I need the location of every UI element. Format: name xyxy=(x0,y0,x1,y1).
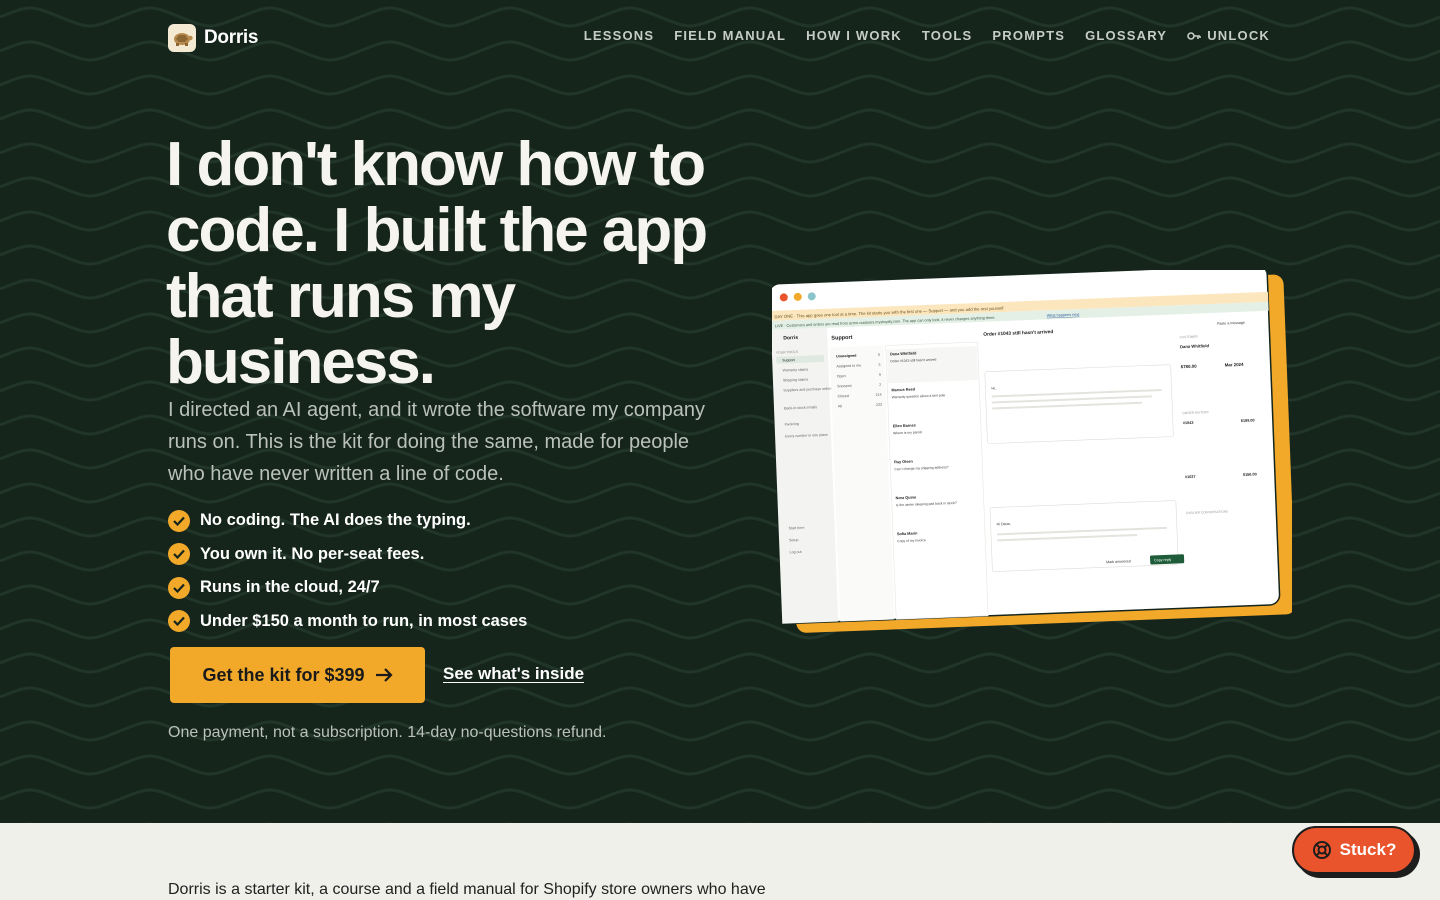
nav-link-field-manual[interactable]: FIELD MANUAL xyxy=(674,28,786,43)
screenshot-order-total: $156.00 xyxy=(1243,472,1257,477)
screenshot-sidebar-footer-item: Setup xyxy=(789,538,799,542)
screenshot-view-item: All xyxy=(838,404,842,408)
screenshot-main-title: Support xyxy=(831,335,852,342)
lifebuoy-icon xyxy=(1312,841,1331,859)
screenshot-ticket-list xyxy=(885,341,989,620)
stuck-label: Stuck? xyxy=(1339,840,1397,859)
screenshot-ticket-name: Sofia Marin xyxy=(897,531,918,536)
screenshot-view-count: 233 xyxy=(876,403,882,407)
hero-section: Dorris LESSONS FIELD MANUAL HOW I WORK T… xyxy=(0,0,1440,823)
screenshot-view-count: 5 xyxy=(878,353,880,357)
tortoise-logo-icon xyxy=(168,24,196,52)
screenshot-reply-opening: Hi Dana, xyxy=(997,522,1011,527)
benefit-text: You own it. No per-seat fees. xyxy=(200,544,425,563)
screenshot-ticket-name: Ray Olsen xyxy=(894,460,913,465)
screenshot-view-item: Closed xyxy=(838,394,849,398)
nav-link-glossary[interactable]: GLOSSARY xyxy=(1085,28,1167,43)
screenshot-customer-since: Mar 2024 xyxy=(1225,362,1245,368)
nav-link-how-i-work[interactable]: HOW I WORK xyxy=(806,28,902,43)
buy-kit-button[interactable]: Get the kit for $399 xyxy=(170,647,425,703)
benefit-text: Runs in the cloud, 24/7 xyxy=(200,578,380,597)
buy-kit-label: Get the kit for $399 xyxy=(202,664,365,685)
screenshot-view-item: Unassigned xyxy=(836,354,857,359)
benefit-text: Under $150 a month to run, in most cases xyxy=(200,611,528,630)
nav-link-unlock[interactable]: UNLOCK xyxy=(1187,28,1270,43)
screenshot-order-number: #1027 xyxy=(1185,475,1196,479)
screenshot-view-count: 214 xyxy=(876,393,882,397)
brand-name: Dorris xyxy=(204,27,259,48)
screenshot-view-item: Open xyxy=(837,374,846,378)
unlock-label: UNLOCK xyxy=(1207,28,1270,43)
benefit-item: Runs in the cloud, 24/7 xyxy=(168,571,527,605)
screenshot-view-count: 3 xyxy=(878,363,880,367)
benefit-item: No coding. The AI does the typing. xyxy=(168,504,527,538)
screenshot-message-greeting: Hi, xyxy=(991,386,996,390)
screenshot-order-total: $189.00 xyxy=(1241,418,1255,423)
screenshot-panel-heading: CUSTOMER xyxy=(1180,335,1199,340)
checkmark-icon xyxy=(168,610,190,633)
checkmark-icon xyxy=(168,509,190,532)
nav-link-tools[interactable]: TOOLS xyxy=(922,28,973,43)
hero-headline: I don't know how to code. I built the ap… xyxy=(166,130,708,397)
nav-link-prompts[interactable]: PROMPTS xyxy=(992,28,1065,43)
nav-link-lessons[interactable]: LESSONS xyxy=(584,28,655,43)
benefit-text: No coding. The AI does the typing. xyxy=(200,511,471,530)
screenshot-sidebar-footer-item: Start here xyxy=(789,526,805,531)
screenshot-message-card xyxy=(984,364,1174,444)
screenshot-sidebar-item: Support xyxy=(782,358,795,362)
top-navigation: Dorris LESSONS FIELD MANUAL HOW I WORK T… xyxy=(168,24,1270,52)
app-screenshot: DAY ONE · This app goes one tool at a ti… xyxy=(772,270,1292,640)
screenshot-sidebar-item: Invoicing xyxy=(785,422,799,427)
screenshot-sidebar-footer-item: Log out xyxy=(789,550,801,554)
arrow-right-icon xyxy=(375,668,393,682)
screenshot-copy-reply-label: Copy reply xyxy=(1154,558,1172,563)
screenshot-order-number: #1043 xyxy=(1183,421,1194,425)
intro-paragraph: Dorris is a starter kit, a course and a … xyxy=(168,881,766,898)
checkmark-icon xyxy=(168,576,190,599)
screenshot-customer-total: $780.00 xyxy=(1181,364,1198,370)
screenshot-view-item: Snoozed xyxy=(837,384,851,389)
nav-links: LESSONS FIELD MANUAL HOW I WORK TOOLS PR… xyxy=(584,28,1270,43)
screenshot-view-count: 9 xyxy=(879,373,881,377)
key-icon xyxy=(1187,31,1201,40)
screenshot-sidebar-brand: Dorris xyxy=(783,335,798,342)
screenshot-ticket-name: Nora Quinn xyxy=(895,495,916,500)
benefit-item: Under $150 a month to run, in most cases xyxy=(168,605,527,639)
stuck-help-button[interactable]: Stuck? xyxy=(1292,826,1416,874)
benefit-item: You own it. No per-seat fees. xyxy=(168,538,527,572)
see-whats-inside-link[interactable]: See what's inside xyxy=(443,664,584,684)
hero-subhead: I directed an AI agent, and it wrote the… xyxy=(168,399,705,485)
refund-note: One payment, not a subscription. 14-day … xyxy=(168,724,607,741)
screenshot-view-count: 2 xyxy=(879,383,881,387)
benefit-list: No coding. The AI does the typing. You o… xyxy=(168,504,527,638)
checkmark-icon xyxy=(168,543,190,566)
brand-home-link[interactable]: Dorris xyxy=(168,24,258,52)
